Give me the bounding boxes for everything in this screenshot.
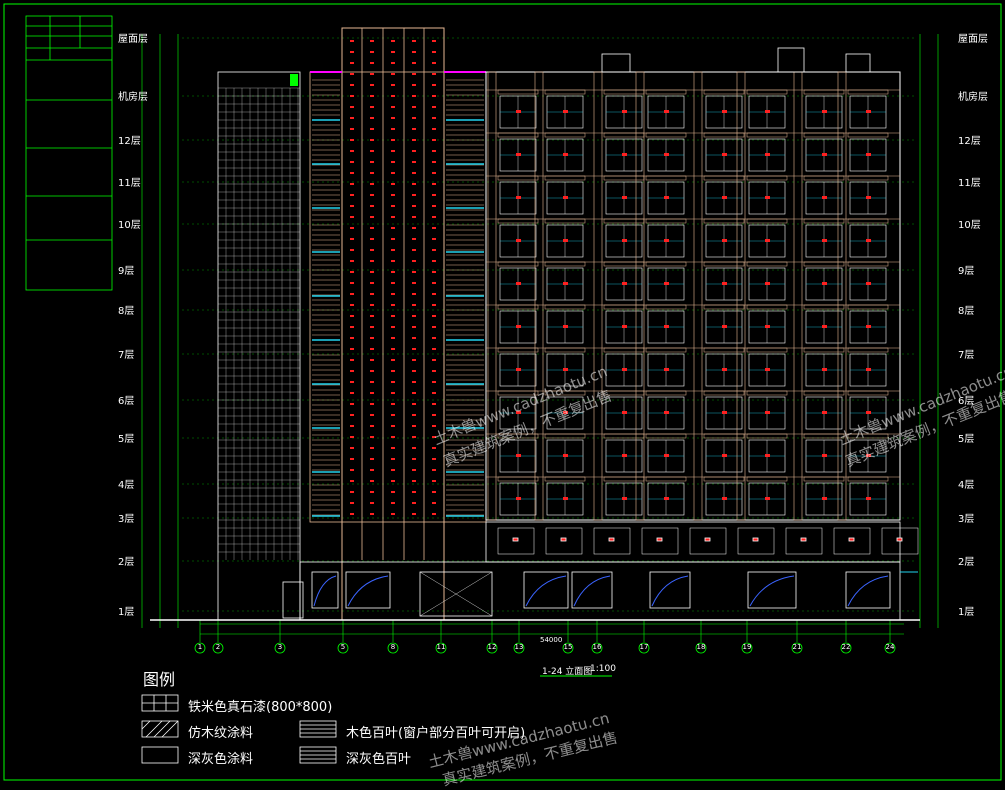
floor-label-l: 4层: [118, 480, 135, 491]
axis-number: 5: [340, 643, 346, 651]
legend-label-woodgrain: 仿木纹涂料: [188, 726, 254, 741]
floor-label-l: 9层: [118, 266, 135, 277]
axis-number: 1: [197, 643, 203, 651]
floor-label-r: 屋面层: [958, 34, 988, 45]
elevation-title: 1-24 立面图: [542, 667, 593, 677]
floor-label-r: 12层: [958, 136, 981, 147]
floor-label-l: 3层: [118, 514, 135, 525]
axis-number: 15: [563, 643, 573, 651]
title-block: [25, 15, 113, 291]
floor-label-r: 8层: [958, 306, 975, 317]
axis-number: 13: [514, 643, 524, 651]
legend-title: 图例: [143, 670, 176, 689]
floor-label-r: 3层: [958, 514, 975, 525]
floor-label-r: 2层: [958, 557, 975, 568]
podium: [299, 521, 919, 621]
axis-number: 19: [742, 643, 752, 651]
floor-label-l: 5层: [118, 434, 135, 445]
axis-number: 17: [639, 643, 649, 651]
floor-label-l: 8层: [118, 306, 135, 317]
floor-label-l: 7层: [118, 350, 135, 361]
legend-label-dark-grey-louver: 深灰色百叶: [346, 752, 412, 767]
floor-label-r: 机房层: [958, 92, 988, 103]
total-dimension: 54000: [540, 636, 563, 644]
axis-number: 18: [696, 643, 706, 651]
floor-label-l: 10层: [118, 220, 141, 231]
axis-number: 22: [841, 643, 851, 651]
axis-number: 24: [885, 643, 895, 651]
floor-label-r: 11层: [958, 178, 981, 189]
axis-number: 11: [436, 643, 446, 651]
floor-label-l: 11层: [118, 178, 141, 189]
floor-label-r: 10层: [958, 220, 981, 231]
floor-label-l: 机房层: [118, 92, 148, 103]
floor-label-l: 6层: [118, 396, 135, 407]
floor-label-r: 9层: [958, 266, 975, 277]
legend-label-dark-grey-paint: 深灰色涂料: [188, 752, 254, 767]
floor-label-r: 5层: [958, 434, 975, 445]
axis-number: 8: [390, 643, 396, 651]
axis-number: 12: [487, 643, 497, 651]
legend-label-stone: 铁米色真石漆(800*800): [188, 700, 333, 715]
axis-number: 2: [215, 643, 221, 651]
main-facade: [485, 47, 901, 521]
floor-label-l: 屋面层: [118, 34, 148, 45]
floor-label-l: 1层: [118, 607, 135, 618]
floor-label-r: 4层: [958, 480, 975, 491]
axis-number: 16: [592, 643, 602, 651]
floor-label-r: 7层: [958, 350, 975, 361]
axis-number: 3: [277, 643, 283, 651]
left-grid-block: [217, 71, 304, 621]
floor-label-l: 2层: [118, 557, 135, 568]
axis-number: 21: [792, 643, 802, 651]
floor-label-r: 1层: [958, 607, 975, 618]
elevation-scale: 1:100: [590, 664, 616, 674]
louver-tower: [309, 27, 487, 621]
floor-label-l: 12层: [118, 136, 141, 147]
